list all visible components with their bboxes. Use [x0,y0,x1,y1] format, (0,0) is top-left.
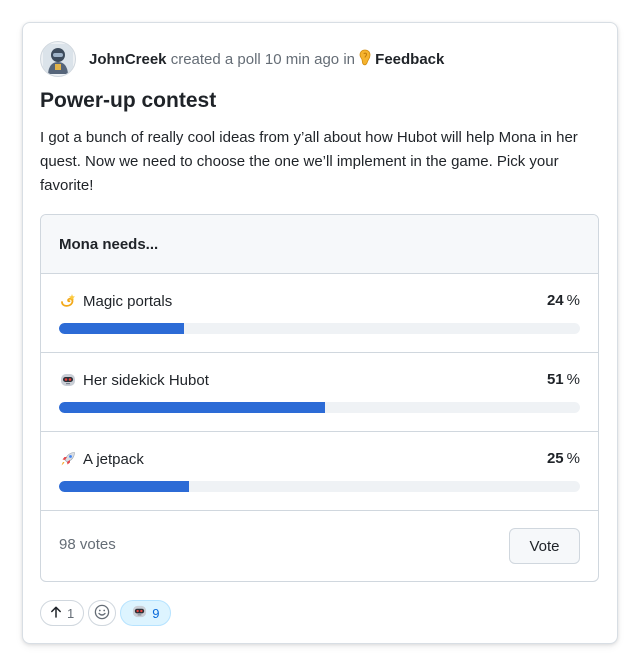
poll-progress-fill [59,481,190,492]
poll-footer: 98 votes Vote [41,511,598,581]
smiley-icon [94,604,110,623]
category-label: Feedback [375,50,445,68]
poll-option-percent: 25% [546,450,580,467]
dizzy-star-icon [59,292,77,310]
post-header: JohnCreek created a poll 10 min ago in F… [40,41,444,77]
hubot-icon [59,371,77,389]
post-title: Power-up contest [40,89,217,112]
reactions-bar: 1 9 [40,600,172,626]
post-body: I got a bunch of really cool ideas from … [40,129,578,194]
poll-option-label-row: Her sidekick Hubot [59,371,209,389]
poll-progress-fill [59,402,325,413]
poll-option-label: Her sidekick Hubot [83,371,209,389]
poll-option-label: A jetpack [83,450,144,468]
hubot-reaction-count: 9 [152,605,160,621]
vote-count: 98 votes [59,536,116,553]
poll-option[interactable]: Her sidekick Hubot 51% [41,353,598,432]
upvote-count: 1 [67,605,75,621]
category-link[interactable]: Feedback [359,49,444,70]
hubot-reaction-button[interactable]: 9 [120,600,172,626]
poll-option-label: Magic portals [83,292,173,310]
poll: Mona needs... Magic portals 24% Her side… [40,214,599,582]
poll-option[interactable]: Magic portals 24% [41,274,598,353]
author-name[interactable]: JohnCreek [89,51,167,68]
ear-icon [359,49,371,70]
arrow-up-icon [50,606,62,621]
poll-option-percent: 51% [546,371,580,388]
avatar[interactable] [40,41,76,77]
poll-progress-fill [59,323,185,334]
upvote-button[interactable]: 1 [40,600,85,626]
poll-progress-track [59,323,580,334]
post-action-text: created a poll 10 min ago in [170,50,355,68]
add-reaction-button[interactable] [88,600,117,626]
poll-progress-track [59,481,580,492]
poll-progress-track [59,402,580,413]
poll-question: Mona needs... [41,215,598,274]
poll-option[interactable]: A jetpack 25% [41,432,598,511]
poll-option-percent: 24% [546,292,580,309]
poll-option-label-row: Magic portals [59,292,172,310]
rocket-icon [59,450,77,468]
hubot-icon [132,604,147,622]
poll-option-label-row: A jetpack [59,450,144,468]
vote-button[interactable]: Vote [509,528,580,564]
discussion-card: JohnCreek created a poll 10 min ago in F… [22,22,618,644]
